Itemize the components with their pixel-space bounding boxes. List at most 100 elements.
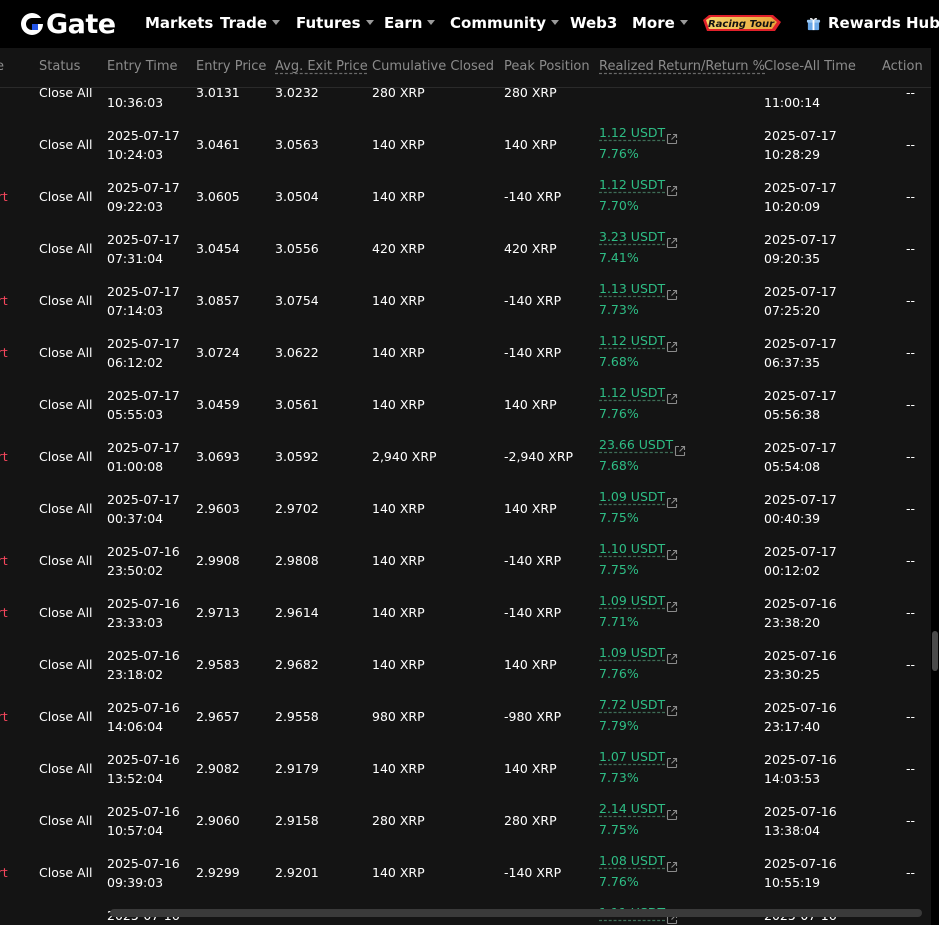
logo-text: Gate bbox=[46, 8, 116, 40]
share-icon[interactable] bbox=[666, 133, 678, 145]
realized-return-usdt[interactable]: 1.09 USDT bbox=[599, 593, 665, 608]
entry-date: 2025-07-17 bbox=[107, 492, 180, 507]
entry-price: 2.9908 bbox=[196, 553, 240, 568]
entry-price: 3.0461 bbox=[196, 137, 240, 152]
entry-date: 2025-07-16 bbox=[107, 752, 180, 767]
share-icon[interactable] bbox=[666, 237, 678, 249]
close-all-time: 2025-07-17 10:28:29 bbox=[764, 126, 837, 164]
realized-return-usdt[interactable]: 1.12 USDT bbox=[599, 333, 665, 348]
cumulative-closed: 140 XRP bbox=[372, 501, 425, 516]
realized-return-usdt[interactable]: 7.72 USDT bbox=[599, 697, 665, 712]
share-icon[interactable] bbox=[666, 861, 678, 873]
close-clock: 07:25:20 bbox=[764, 303, 821, 318]
entry-price: 3.0605 bbox=[196, 189, 240, 204]
gate-logo[interactable]: Gate bbox=[20, 8, 116, 40]
share-icon[interactable] bbox=[666, 653, 678, 665]
horizontal-scrollbar[interactable] bbox=[110, 909, 922, 917]
header-entry-time: Entry Time bbox=[107, 59, 178, 74]
direction-label: ort bbox=[0, 189, 8, 204]
peak-position: 140 XRP bbox=[504, 761, 557, 776]
chevron-down-icon bbox=[551, 20, 560, 25]
realized-return-usdt[interactable]: 3.23 USDT bbox=[599, 229, 665, 244]
realized-return-usdt[interactable]: 1.09 USDT bbox=[599, 489, 665, 504]
nav-web3[interactable]: Web3 bbox=[570, 14, 617, 32]
status-label: Close All bbox=[39, 189, 93, 204]
table-row: ort Close All 2025-07-16 23:50:02 2.9908 2.98… bbox=[0, 536, 931, 588]
avg-exit-price: 3.0622 bbox=[275, 345, 319, 360]
share-icon[interactable] bbox=[666, 549, 678, 561]
close-all-time: 2025-07-17 06:37:35 bbox=[764, 334, 837, 372]
share-icon[interactable] bbox=[666, 185, 678, 197]
share-icon[interactable] bbox=[666, 705, 678, 717]
share-icon[interactable] bbox=[666, 393, 678, 405]
entry-clock: 09:39:03 bbox=[107, 875, 164, 890]
return-percent: 7.76% bbox=[599, 666, 639, 681]
return-percent: 7.75% bbox=[599, 822, 639, 837]
realized-return-usdt[interactable]: 1.13 USDT bbox=[599, 281, 665, 296]
entry-price: 2.9299 bbox=[196, 865, 240, 880]
realized-return-usdt[interactable]: 1.12 USDT bbox=[599, 177, 665, 192]
action-cell: -- bbox=[906, 241, 916, 256]
return-percent: 7.73% bbox=[599, 770, 639, 785]
realized-return-usdt[interactable]: 1.12 USDT bbox=[599, 125, 665, 140]
close-date: 2025-07-16 bbox=[764, 648, 837, 663]
nav-earn[interactable]: Earn bbox=[384, 14, 436, 32]
nav-markets[interactable]: Markets bbox=[145, 14, 213, 32]
realized-return-usdt[interactable]: 2.14 USDT bbox=[599, 801, 665, 816]
share-icon[interactable] bbox=[666, 601, 678, 613]
status-label: Close All bbox=[39, 241, 93, 256]
close-clock: 06:37:35 bbox=[764, 355, 821, 370]
cumulative-closed: 140 XRP bbox=[372, 657, 425, 672]
nav-trade[interactable]: Trade bbox=[220, 14, 281, 32]
share-icon[interactable] bbox=[674, 445, 686, 457]
realized-return-usdt[interactable]: 1.08 USDT bbox=[599, 853, 665, 868]
table-row: ort Close All 2025-07-17 06:12:02 3.0724 3.06… bbox=[0, 328, 931, 380]
share-icon[interactable] bbox=[666, 809, 678, 821]
close-all-time: 2025-07-16 23:38:20 bbox=[764, 594, 837, 632]
realized-return-usdt[interactable]: 1.07 USDT bbox=[599, 749, 665, 764]
cumulative-closed: 280 XRP bbox=[372, 813, 425, 828]
entry-time: 2025-07-17 01:00:08 bbox=[107, 438, 180, 476]
vertical-scrollbar[interactable] bbox=[931, 48, 939, 925]
entry-clock: 06:12:02 bbox=[107, 355, 164, 370]
close-clock: 00:40:39 bbox=[764, 511, 821, 526]
share-icon[interactable] bbox=[666, 289, 678, 301]
nav-more[interactable]: More bbox=[632, 14, 688, 32]
rewards-hub-link[interactable]: Rewards Hub bbox=[806, 14, 939, 32]
realized-return: 1.09 USDT 7.76% bbox=[599, 643, 665, 683]
racing-tour-banner[interactable]: Racing Tour bbox=[701, 11, 783, 37]
header-realized-return[interactable]: Realized Return/Return % bbox=[599, 59, 765, 74]
scrollbar-thumb[interactable] bbox=[932, 631, 938, 671]
close-date: 2025-07-16 bbox=[764, 700, 837, 715]
entry-time: 2025-07-16 14:06:04 bbox=[107, 698, 180, 736]
realized-return: 1.10 USDT 7.75% bbox=[599, 539, 665, 579]
nav-community[interactable]: Community bbox=[450, 14, 560, 32]
avg-exit-price: 2.9201 bbox=[275, 865, 319, 880]
avg-exit-price: 3.0592 bbox=[275, 449, 319, 464]
header-status: Status bbox=[39, 59, 81, 74]
share-icon[interactable] bbox=[666, 497, 678, 509]
avg-exit-price: 3.0563 bbox=[275, 137, 319, 152]
share-icon[interactable] bbox=[666, 757, 678, 769]
entry-price: 2.9657 bbox=[196, 709, 240, 724]
realized-return-usdt[interactable]: 1.09 USDT bbox=[599, 645, 665, 660]
return-percent: 7.79% bbox=[599, 718, 639, 733]
close-clock: 14:03:53 bbox=[764, 771, 821, 786]
entry-time: 2025-07-17 07:31:04 bbox=[107, 230, 180, 268]
realized-return-usdt[interactable]: 1.12 USDT bbox=[599, 385, 665, 400]
header-avg-exit-price[interactable]: Avg. Exit Price bbox=[275, 59, 368, 74]
close-clock: 00:12:02 bbox=[764, 563, 821, 578]
direction-label: ort bbox=[0, 605, 8, 620]
realized-return-usdt[interactable]: 23.66 USDT bbox=[599, 437, 673, 452]
realized-return: 1.08 USDT 7.76% bbox=[599, 851, 665, 891]
close-date: 2025-07-16 bbox=[764, 752, 837, 767]
status-label: Close All bbox=[39, 501, 93, 516]
table-row: gClose All2025-07-1700:37:042.96032.9702… bbox=[0, 484, 931, 536]
realized-return-usdt[interactable]: 1.10 USDT bbox=[599, 541, 665, 556]
nav-futures[interactable]: Futures bbox=[296, 14, 374, 32]
close-all-time: 2025-07-16 14:03:53 bbox=[764, 750, 837, 788]
share-icon[interactable] bbox=[666, 341, 678, 353]
avg-exit-price: 2.9808 bbox=[275, 553, 319, 568]
close-clock: 11:00:14 bbox=[764, 95, 821, 110]
cumulative-closed: 140 XRP bbox=[372, 189, 425, 204]
